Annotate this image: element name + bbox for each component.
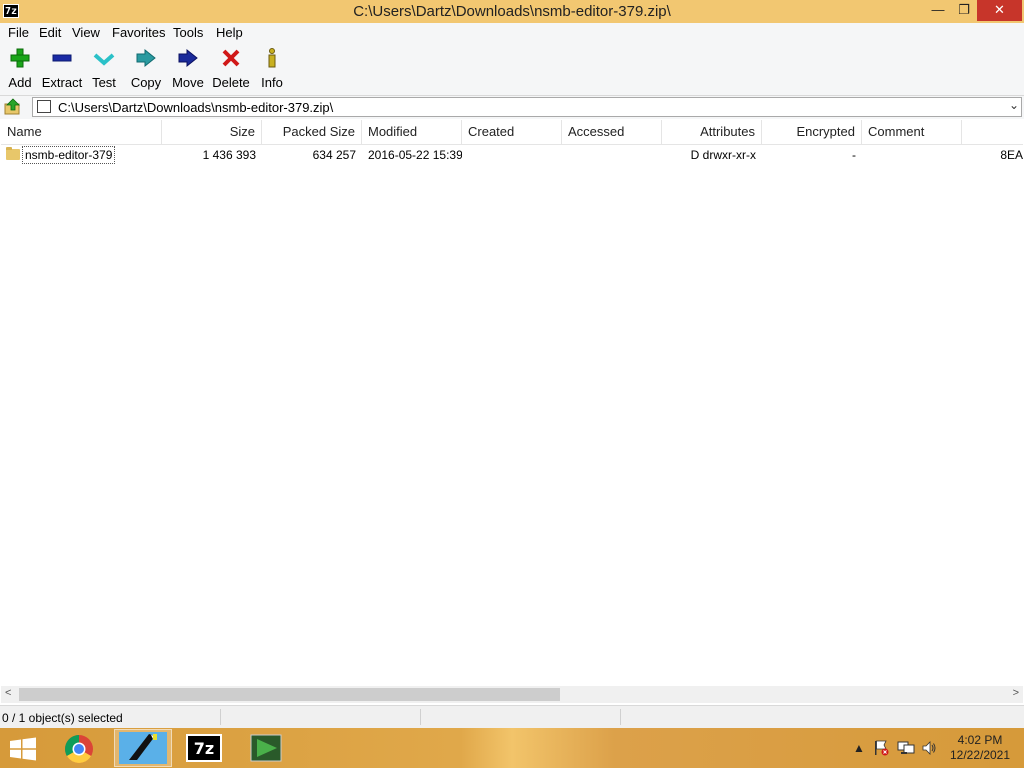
svg-text:7z: 7z [194, 739, 214, 758]
chevron-down-icon[interactable]: ⌄ [1009, 98, 1019, 112]
checkmark-icon [93, 53, 115, 66]
system-clock[interactable]: 4:02 PM 12/22/2021 [944, 733, 1016, 763]
file-attributes: D drwxr-xr-x [690, 148, 756, 162]
column-created[interactable]: Created [462, 120, 562, 144]
address-row: C:\Users\Dartz\Downloads\nsmb-editor-379… [0, 96, 1024, 119]
extract-button[interactable]: Extract [40, 47, 84, 90]
extract-label: Extract [41, 75, 83, 90]
file-list[interactable]: nsmb-editor-379 1 436 393 634 257 2016-0… [1, 145, 1023, 685]
network-icon[interactable] [897, 740, 915, 756]
folder-up-icon[interactable] [4, 98, 22, 116]
file-modified: 2016-05-22 15:39 [368, 148, 462, 162]
table-row[interactable]: nsmb-editor-379 1 436 393 634 257 2016-0… [1, 145, 1023, 165]
scrollbar-thumb[interactable] [19, 688, 560, 701]
test-button[interactable]: Test [82, 47, 126, 90]
info-button[interactable]: Info [250, 47, 294, 90]
move-button[interactable]: Move [166, 47, 210, 90]
menu-tools[interactable]: Tools [171, 25, 205, 40]
status-text: 0 / 1 object(s) selected [2, 711, 123, 725]
horizontal-scrollbar[interactable]: < > [1, 686, 1023, 703]
window-title: C:\Users\Dartz\Downloads\nsmb-editor-379… [353, 3, 671, 20]
sevenzip-icon: 7z [186, 734, 222, 762]
file-created [462, 145, 562, 165]
move-label: Move [172, 75, 204, 90]
menu-view[interactable]: View [70, 25, 102, 40]
action-center-flag-icon[interactable] [873, 740, 889, 756]
taskbar: 7z ▲ 4:02 PM 12/22/2021 [0, 728, 1024, 768]
archive-icon [37, 100, 51, 113]
status-bar: 0 / 1 object(s) selected [0, 705, 1024, 728]
column-name[interactable]: Name [1, 120, 162, 144]
info-label: Info [261, 75, 283, 90]
volume-icon[interactable] [921, 740, 937, 756]
taskbar-pencil-app[interactable] [114, 729, 172, 767]
clock-date: 12/22/2021 [949, 748, 1011, 762]
menu-bar: File Edit View Favorites Tools Help [0, 23, 1024, 43]
plus-icon [10, 48, 30, 68]
taskbar-7zip[interactable]: 7z [175, 729, 233, 767]
minimize-button[interactable]: — [925, 0, 951, 21]
column-packed-size[interactable]: Packed Size [262, 120, 362, 144]
double-arrow-right-icon [136, 48, 156, 68]
file-size: 1 436 393 [202, 148, 256, 162]
menu-edit[interactable]: Edit [37, 25, 63, 40]
file-name[interactable]: nsmb-editor-379 [22, 146, 116, 164]
restore-button[interactable]: ❐ [951, 0, 977, 21]
menu-help[interactable]: Help [214, 25, 245, 40]
file-encrypted: - [852, 148, 856, 162]
status-divider [420, 709, 421, 725]
column-modified[interactable]: Modified [362, 120, 462, 144]
address-bar[interactable]: C:\Users\Dartz\Downloads\nsmb-editor-379… [32, 97, 1022, 117]
taskbar-media-app[interactable] [237, 729, 295, 767]
pencil-app-icon [119, 732, 167, 764]
windows-start-icon[interactable] [8, 737, 38, 761]
column-size[interactable]: Size [162, 120, 262, 144]
taskbar-chrome[interactable] [50, 729, 108, 767]
media-app-icon [250, 734, 282, 762]
status-divider [620, 709, 621, 725]
file-comment [862, 145, 962, 165]
file-overflow-column: 8EA [1000, 148, 1023, 162]
column-encrypted[interactable]: Encrypted [762, 120, 862, 144]
x-icon [222, 49, 240, 67]
file-packed-size: 634 257 [312, 148, 356, 162]
chrome-icon [65, 735, 93, 763]
delete-label: Delete [212, 75, 250, 90]
column-comment[interactable]: Comment [862, 120, 962, 144]
minus-icon [52, 54, 72, 62]
toolbar: Add Extract Test Copy Move Delete Info [0, 43, 1024, 96]
menu-file[interactable]: File [6, 25, 31, 40]
copy-label: Copy [130, 75, 162, 90]
menu-favorites[interactable]: Favorites [110, 25, 167, 40]
column-header: Name Size Packed Size Modified Created A… [1, 120, 1023, 145]
copy-button[interactable]: Copy [124, 47, 168, 90]
clock-time: 4:02 PM [957, 733, 1003, 747]
arrow-right-icon [178, 48, 198, 68]
scroll-left-arrow[interactable]: < [5, 687, 11, 699]
info-icon [268, 48, 276, 68]
show-hidden-icons-chevron[interactable]: ▲ [853, 741, 865, 755]
column-accessed[interactable]: Accessed [562, 120, 662, 144]
folder-icon [6, 147, 20, 160]
file-accessed [562, 145, 662, 165]
scroll-right-arrow[interactable]: > [1013, 687, 1019, 699]
status-divider [220, 709, 221, 725]
column-attributes[interactable]: Attributes [662, 120, 762, 144]
delete-button[interactable]: Delete [209, 47, 253, 90]
address-path: C:\Users\Dartz\Downloads\nsmb-editor-379… [58, 100, 334, 115]
add-button[interactable]: Add [0, 47, 42, 90]
add-label: Add [8, 75, 32, 90]
close-button[interactable]: ✕ [977, 0, 1022, 21]
test-label: Test [92, 75, 116, 90]
title-bar: 7z C:\Users\Dartz\Downloads\nsmb-editor-… [0, 0, 1024, 24]
